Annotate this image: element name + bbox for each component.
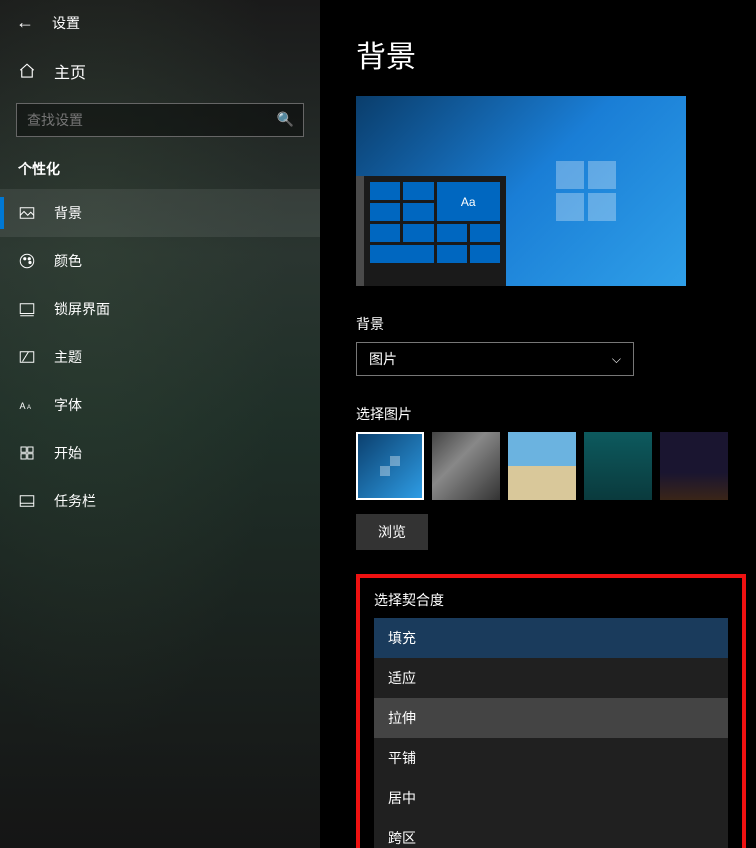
main-content: 背景 Aa 背景 图片 ⌵ 选择图片 浏览 选择契合度 填充 适应	[320, 0, 756, 848]
sidebar-item-themes[interactable]: 主题	[0, 333, 320, 381]
thumbnail-4[interactable]	[660, 432, 728, 500]
windows-logo-icon	[556, 161, 616, 221]
browse-button[interactable]: 浏览	[356, 514, 428, 550]
app-title: 设置	[52, 13, 80, 33]
home-icon	[18, 62, 36, 80]
background-type-dropdown[interactable]: 图片 ⌵	[356, 342, 634, 376]
fit-option-span[interactable]: 跨区	[374, 818, 728, 848]
fit-highlight-box: 选择契合度 填充 适应 拉伸 平铺 居中 跨区	[356, 574, 746, 848]
thumbnail-2[interactable]	[508, 432, 576, 500]
search-icon[interactable]: 🔍	[277, 111, 294, 128]
sidebar-item-label: 颜色	[54, 251, 82, 271]
fit-option-fit[interactable]: 适应	[374, 658, 728, 698]
sidebar-home[interactable]: 主页	[0, 45, 320, 97]
background-label: 背景	[356, 314, 756, 334]
sidebar-item-background[interactable]: 背景	[0, 189, 320, 237]
thumbnail-0[interactable]	[356, 432, 424, 500]
preview-sample-window: Aa	[356, 176, 506, 286]
sidebar-item-label: 开始	[54, 443, 82, 463]
svg-text:A: A	[27, 405, 31, 411]
back-icon[interactable]: ←	[16, 12, 34, 33]
search-row: 🔍	[16, 103, 304, 137]
fit-listbox: 填充 适应 拉伸 平铺 居中 跨区	[374, 618, 728, 848]
palette-icon	[18, 252, 36, 270]
fit-option-stretch[interactable]: 拉伸	[374, 698, 728, 738]
section-label: 个性化	[18, 159, 302, 179]
fit-label: 选择契合度	[374, 590, 728, 610]
preview-aa: Aa	[437, 182, 501, 221]
image-icon	[18, 204, 36, 222]
choose-image-label: 选择图片	[356, 404, 756, 424]
sidebar: ← 设置 主页 🔍 个性化 背景 颜色 锁屏界面 主题 AA 字体 开始 任务栏	[0, 0, 320, 848]
fit-option-tile[interactable]: 平铺	[374, 738, 728, 778]
dropdown-value: 图片	[369, 349, 397, 369]
start-icon	[18, 444, 36, 462]
lockscreen-icon	[18, 300, 36, 318]
sidebar-item-label: 字体	[54, 395, 82, 415]
sidebar-item-label: 主题	[54, 347, 82, 367]
thumbnail-1[interactable]	[432, 432, 500, 500]
sidebar-item-lockscreen[interactable]: 锁屏界面	[0, 285, 320, 333]
background-preview: Aa	[356, 96, 686, 286]
search-input[interactable]	[16, 103, 304, 137]
chevron-down-icon: ⌵	[612, 352, 621, 367]
sidebar-item-label: 背景	[54, 203, 82, 223]
sidebar-item-start[interactable]: 开始	[0, 429, 320, 477]
fit-option-fill[interactable]: 填充	[374, 618, 728, 658]
thumbnail-3[interactable]	[584, 432, 652, 500]
image-thumbnails	[356, 432, 756, 500]
home-label: 主页	[54, 59, 86, 83]
titlebar: ← 设置	[0, 0, 320, 45]
sidebar-item-colors[interactable]: 颜色	[0, 237, 320, 285]
font-icon: AA	[18, 396, 36, 414]
sidebar-item-taskbar[interactable]: 任务栏	[0, 477, 320, 525]
svg-text:A: A	[20, 401, 26, 411]
sidebar-item-label: 任务栏	[54, 491, 96, 511]
sidebar-item-fonts[interactable]: AA 字体	[0, 381, 320, 429]
taskbar-icon	[18, 492, 36, 510]
sidebar-item-label: 锁屏界面	[54, 299, 110, 319]
page-title: 背景	[356, 32, 756, 76]
fit-option-center[interactable]: 居中	[374, 778, 728, 818]
theme-icon	[18, 348, 36, 366]
